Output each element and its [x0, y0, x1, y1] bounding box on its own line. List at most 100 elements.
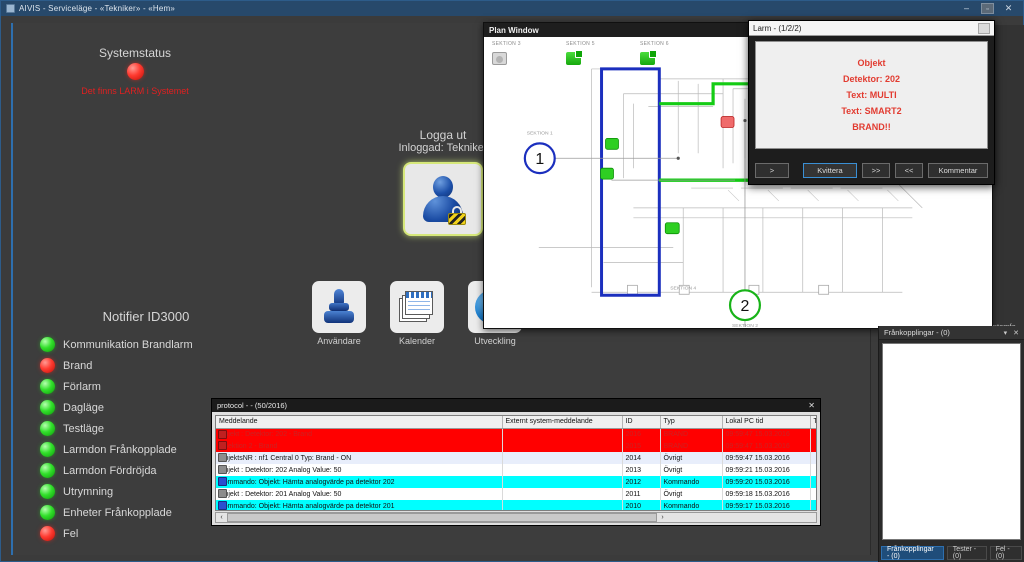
protocol-window[interactable]: protocol - - (50/2016) ✕ Meddelande Exte… — [211, 398, 821, 526]
notifier-row-label: Utrymning — [63, 485, 114, 498]
alarm-prev-button[interactable]: > — [755, 162, 789, 178]
cell-external — [502, 476, 623, 488]
calendar-icon — [390, 281, 444, 333]
plan-section-label: SEKTION 6 — [640, 41, 669, 47]
protocol-title: protocol - - (50/2016) — [217, 401, 288, 410]
system-status-led — [126, 63, 144, 80]
notifier-row: Fel — [31, 523, 261, 544]
scroll-right-arrow[interactable]: › — [657, 514, 668, 521]
table-row[interactable]: Kommando: Objekt: Hämta analogvärde pa d… — [216, 476, 816, 488]
notifier-title: Notifier ID3000 — [102, 309, 190, 324]
cell-local-time: 09:59:21 15.03.2016 — [722, 464, 811, 476]
dock-title: Frånkopplingar - (0) — [884, 328, 950, 337]
alarm-line-text2: Text: SMART2 — [841, 106, 902, 116]
status-led — [40, 421, 55, 436]
table-row[interactable]: Kommando: Objekt: Hämta analogvärde pa d… — [216, 500, 816, 510]
cell-id: 2013 — [622, 464, 661, 476]
cell-local-time: 09:59:47 15.03.2016 — [722, 428, 811, 440]
table-row[interactable]: Objekt : Detektor: 201 Analog Value: 50 … — [216, 488, 816, 500]
cell-type: Övrigt — [660, 488, 723, 500]
scrollbar-thumb[interactable] — [227, 513, 657, 522]
cell-external-time — [810, 500, 816, 510]
svg-text:1: 1 — [535, 151, 544, 168]
notifier-row: Förlarm — [31, 376, 261, 397]
desktop-icon-kalender[interactable]: Kalender — [389, 281, 445, 346]
desktop-icon-label: Användare — [317, 336, 361, 346]
status-led — [40, 400, 55, 415]
svg-text:2: 2 — [741, 298, 750, 315]
notifier-row-label: Kommunikation Brandlarm — [63, 338, 193, 351]
protocol-close-button[interactable]: ✕ — [808, 401, 815, 410]
notifier-row-label: Fel — [63, 527, 79, 540]
window-title: AIVIS - Serviceläge - «Tekniker» - «Hem» — [19, 4, 176, 13]
notifier-row-label: Brand — [63, 359, 93, 372]
device-icon — [218, 453, 227, 462]
table-row[interactable]: Objekt : Detektor: 202 - Brand 2016 BRAN… — [216, 428, 816, 440]
table-row[interactable]: - Sektion 2 - Brand 2015 BRAND 09:59:47 … — [216, 440, 816, 452]
protocol-table-container[interactable]: Meddelande Externt system-meddelande ID … — [215, 415, 817, 511]
alarm-line-object: Objekt — [857, 58, 886, 68]
cell-local-time: 09:59:17 15.03.2016 — [722, 500, 811, 510]
column-header-tid-fran-extern[interactable]: Tid från Extern — [810, 416, 816, 429]
maximize-button[interactable]: ▫ — [981, 3, 994, 14]
alarm-next-button[interactable]: >> — [862, 162, 890, 178]
status-led — [40, 442, 55, 457]
system-status-panel: Systemstatus Det finns LARM i Systemet — [35, 46, 235, 96]
desktop-icon-label: Utveckling — [474, 336, 516, 346]
command-icon — [218, 477, 227, 486]
cell-external — [502, 440, 623, 452]
alarm-icon — [218, 429, 227, 439]
column-header-id[interactable]: ID — [622, 416, 661, 429]
alarm-dialog-menu-button[interactable] — [978, 22, 990, 34]
alarm-detail-panel: Objekt Detektor: 202 Text: MULTI Text: S… — [755, 41, 988, 149]
close-button[interactable]: ✕ — [1002, 3, 1015, 14]
command-icon — [218, 501, 227, 510]
table-row[interactable]: Objekt : Detektor: 202 Analog Value: 50 … — [216, 464, 816, 476]
cell-message: Objekt : Detektor: 202 - Brand — [216, 428, 503, 440]
cell-type: Kommando — [660, 500, 723, 510]
column-header-lokal-pc-tid[interactable]: Lokal PC tid — [722, 416, 811, 429]
logout-button[interactable] — [403, 162, 483, 236]
svg-text:SEKTION 1: SEKTION 1 — [527, 130, 553, 136]
scroll-left-arrow[interactable]: ‹ — [216, 514, 227, 521]
cell-external-time — [810, 428, 816, 440]
desktop-icon-label: Kalender — [398, 336, 436, 346]
minimize-button[interactable]: – — [960, 3, 973, 14]
alarm-dialog[interactable]: Larm - (1/2/2) Objekt Detektor: 202 Text… — [748, 20, 995, 185]
status-led — [40, 358, 55, 373]
close-icon[interactable]: ✕ — [1013, 329, 1019, 337]
dock-titlebar-icons: ▾ ✕ — [1004, 329, 1019, 337]
tab-tester[interactable]: Tester - (0) — [946, 546, 987, 560]
column-header-externt[interactable]: Externt system-meddelande — [502, 416, 623, 429]
cell-message: Kommando: Objekt: Hämta analogvärde pa d… — [216, 476, 503, 488]
chevron-down-icon[interactable]: ▾ — [1004, 329, 1008, 337]
protocol-titlebar: protocol - - (50/2016) ✕ — [212, 399, 820, 412]
user-lock-icon — [420, 174, 466, 225]
alarm-back-button[interactable]: << — [895, 162, 923, 178]
dock-list-area[interactable] — [882, 343, 1021, 540]
tab-fel[interactable]: Fel - (0) — [989, 546, 1023, 560]
status-led — [40, 337, 55, 352]
desktop-icon-anvandare[interactable]: Användare — [311, 281, 367, 346]
svg-text:SEKTION 4: SEKTION 4 — [670, 285, 696, 291]
cell-message: - Sektion 2 - Brand — [216, 440, 503, 452]
alarm-comment-button[interactable]: Kommentar — [928, 162, 988, 178]
column-header-meddelande[interactable]: Meddelande — [216, 416, 503, 429]
notifier-row-label: Enheter Frånkopplade — [63, 506, 172, 519]
app-logo-icon — [6, 4, 15, 13]
cell-local-time: 09:59:47 15.03.2016 — [722, 452, 811, 464]
plan-window-title: Plan Window — [489, 25, 539, 35]
notifier-row-label: Larmdon Frånkopplade — [63, 443, 177, 456]
window-controls: – ▫ ✕ — [960, 3, 1021, 14]
protocol-horizontal-scrollbar[interactable]: ‹ › — [215, 512, 817, 523]
alarm-acknowledge-button[interactable]: Kvittera — [803, 162, 857, 178]
cell-external — [502, 452, 623, 464]
column-header-typ[interactable]: Typ — [660, 416, 723, 429]
screen: AIVIS - Serviceläge - «Tekniker» - «Hem»… — [0, 0, 1024, 562]
cell-external-time — [810, 476, 816, 488]
device-icon — [218, 489, 227, 498]
cell-type: BRAND — [660, 440, 723, 452]
alarm-icon — [218, 441, 227, 450]
table-row[interactable]: ObjektsNR : nf1 Central 0 Typ: Brand - O… — [216, 452, 816, 464]
tab-frankopplingar[interactable]: Frånkopplingar - (0) — [881, 546, 944, 560]
